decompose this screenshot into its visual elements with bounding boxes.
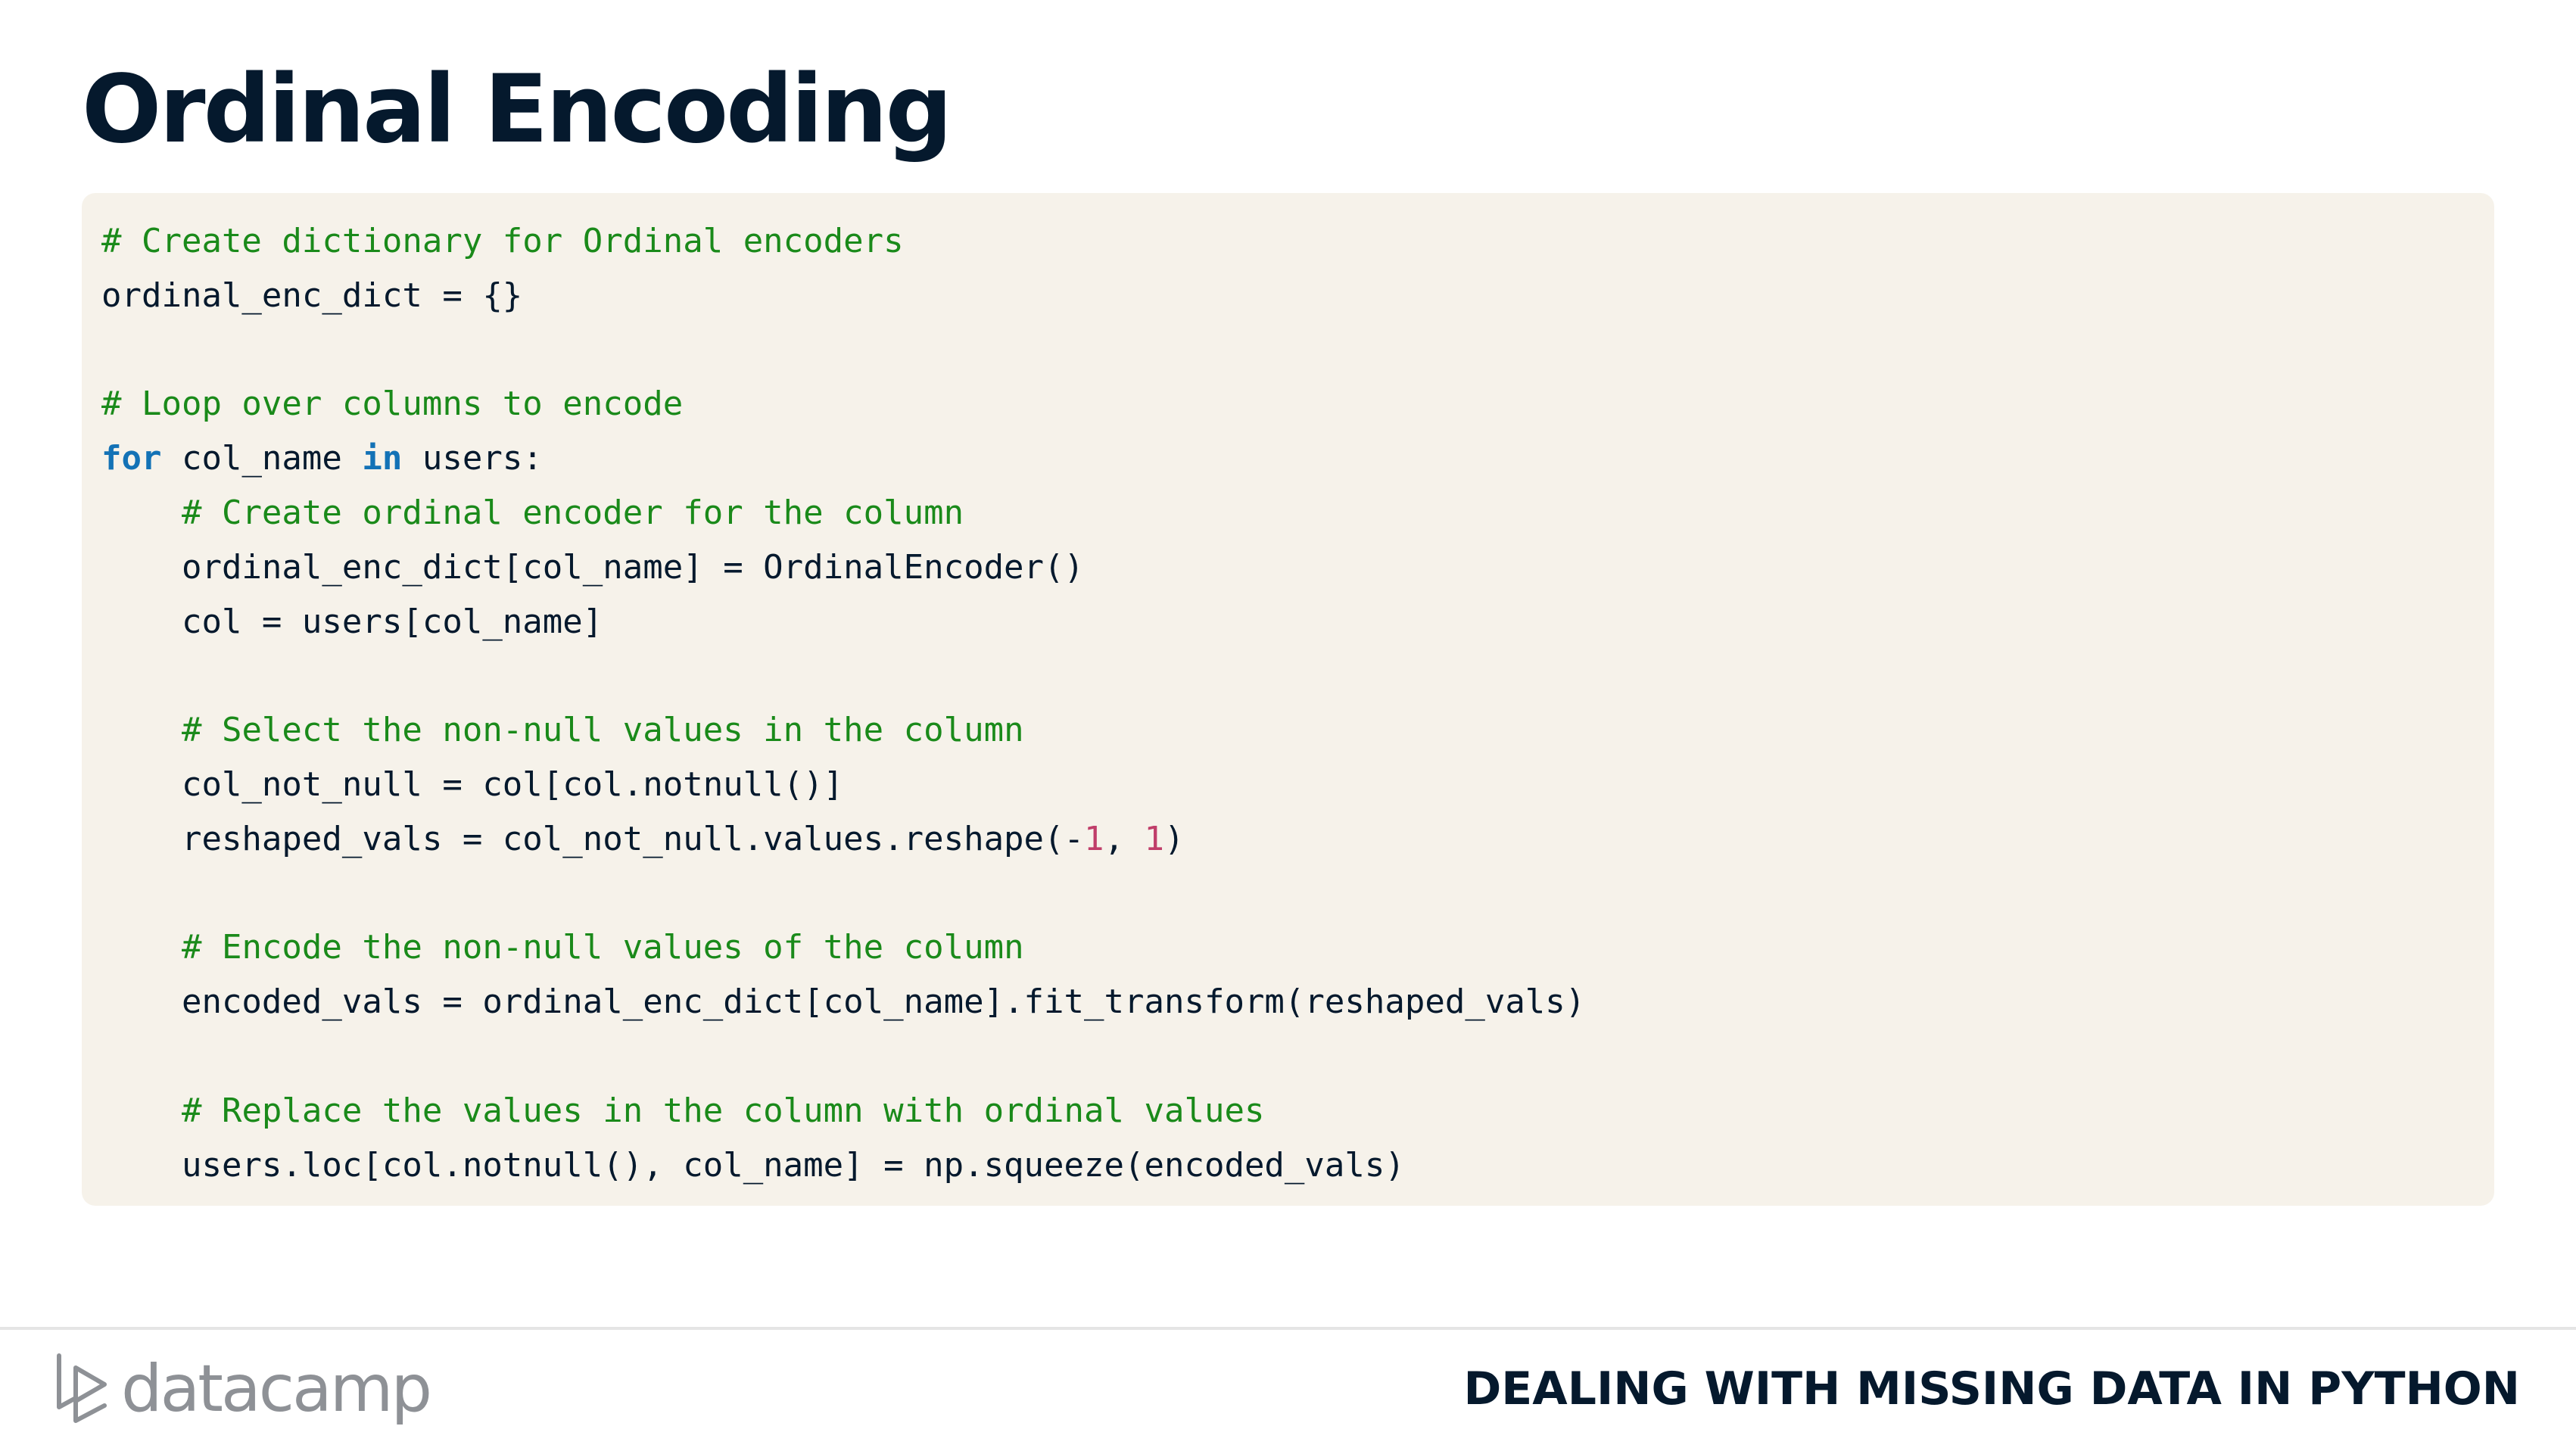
code-line: # Replace the values in the column with … xyxy=(101,1084,2494,1138)
code-token-keyword: for xyxy=(101,439,162,478)
code-token-plain: col = users[col_name] xyxy=(101,602,603,641)
code-line: for col_name in users: xyxy=(101,431,2494,486)
code-token-comment: # Select the non-null values in the colu… xyxy=(181,711,1024,750)
course-title: DEALING WITH MISSING DATA IN PYTHON xyxy=(1463,1362,2521,1415)
code-line: encoded_vals = ordinal_enc_dict[col_name… xyxy=(101,975,2494,1029)
datacamp-logo-icon xyxy=(57,1353,107,1423)
code-token-comment: # Encode the non-null values of the colu… xyxy=(181,928,1024,967)
code-line: reshaped_vals = col_not_null.values.resh… xyxy=(101,812,2494,867)
code-line: col = users[col_name] xyxy=(101,595,2494,649)
logo-wordmark: datacamp xyxy=(121,1351,432,1427)
code-token-plain: users.loc[col.notnull(), col_name] = np.… xyxy=(101,1145,1405,1185)
code-token-plain: ordinal_enc_dict = {} xyxy=(101,276,523,315)
code-line: users.loc[col.notnull(), col_name] = np.… xyxy=(101,1138,2494,1193)
code-token-plain: col_not_null = col[col.notnull()] xyxy=(101,764,844,804)
code-token-keyword: in xyxy=(362,439,403,478)
code-token-plain: reshaped_vals = col_not_null.values.resh… xyxy=(101,819,1085,858)
code-line: # Create dictionary for Ordinal encoders xyxy=(101,214,2494,269)
code-line: # Create ordinal encoder for the column xyxy=(101,486,2494,540)
code-line: col_not_null = col[col.notnull()] xyxy=(101,758,2494,812)
footer-divider xyxy=(0,1327,2576,1330)
code-line: ordinal_enc_dict[col_name] = OrdinalEnco… xyxy=(101,540,2494,595)
slide-title: Ordinal Encoding xyxy=(82,55,952,164)
code-token-number: 1 xyxy=(1084,819,1104,858)
code-token-comment: # Replace the values in the column with … xyxy=(181,1091,1265,1130)
code-line: # Loop over columns to encode xyxy=(101,377,2494,431)
code-line: # Select the non-null values in the colu… xyxy=(101,703,2494,758)
code-token-plain: encoded_vals = ordinal_enc_dict[col_name… xyxy=(101,982,1586,1022)
code-token-comment: # Create ordinal encoder for the column xyxy=(181,493,964,532)
code-token-number: 1 xyxy=(1144,819,1165,858)
code-token-plain: ) xyxy=(1164,819,1185,858)
code-token-plain: users: xyxy=(402,439,543,478)
code-line: ordinal_enc_dict = {} xyxy=(101,269,2494,323)
code-token-plain: ordinal_enc_dict[col_name] = OrdinalEnco… xyxy=(101,547,1085,587)
code-line: # Encode the non-null values of the colu… xyxy=(101,920,2494,975)
code-token-comment: # Create dictionary for Ordinal encoders xyxy=(101,222,904,260)
code-token-plain: , xyxy=(1104,819,1145,858)
code-token-comment: # Loop over columns to encode xyxy=(101,385,684,424)
datacamp-logo: datacamp xyxy=(53,1351,432,1427)
code-token-plain: col_name xyxy=(161,439,363,478)
code-block: # Create dictionary for Ordinal encoders… xyxy=(82,193,2494,1206)
